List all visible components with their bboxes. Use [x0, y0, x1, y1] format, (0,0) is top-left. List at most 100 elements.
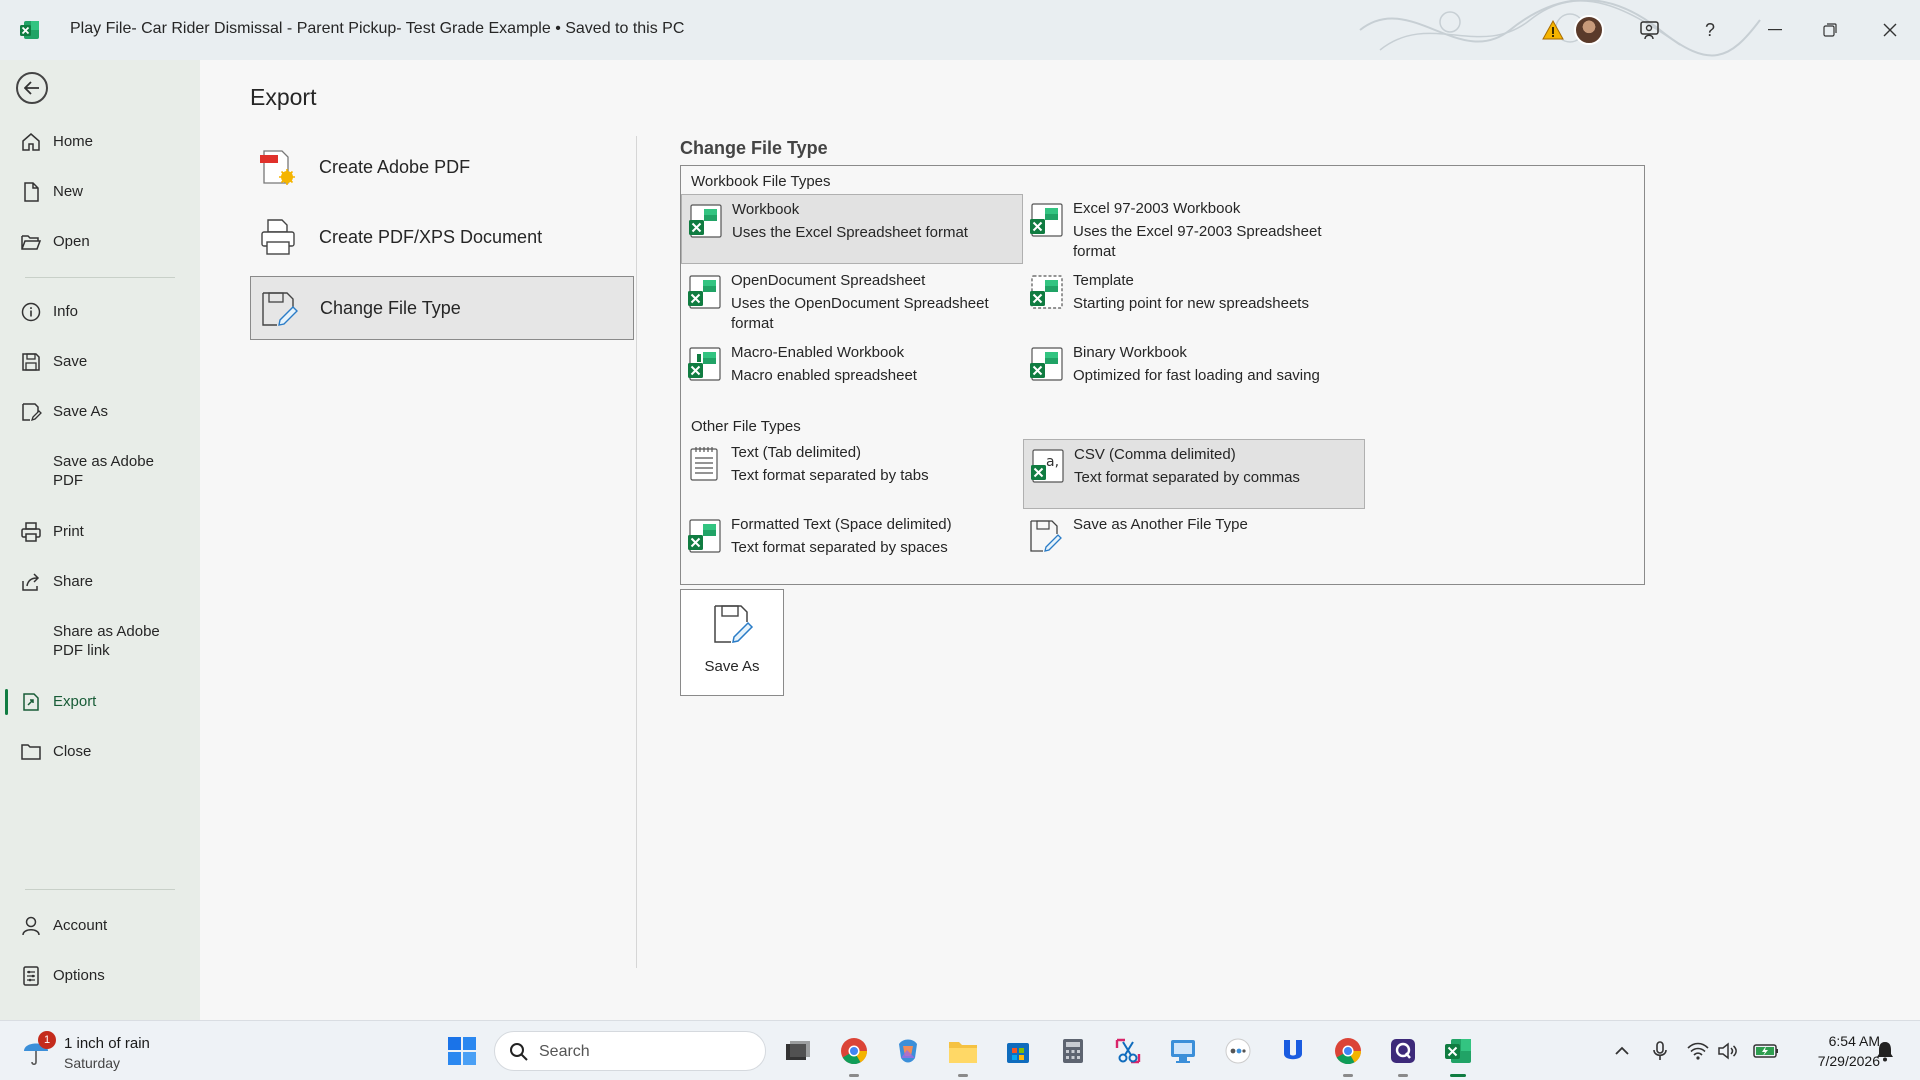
- minimize-button[interactable]: [1750, 12, 1800, 48]
- back-button[interactable]: [16, 72, 48, 104]
- section-title: Change File Type: [680, 138, 828, 158]
- save-as-button[interactable]: Save As: [680, 589, 784, 696]
- sidebar-item-share[interactable]: Share: [0, 561, 200, 601]
- excel-taskbar-icon[interactable]: [1440, 1033, 1476, 1077]
- sidebar-item-save[interactable]: Save: [0, 341, 200, 381]
- snipping-tool-icon[interactable]: [1110, 1033, 1146, 1069]
- share-icon: [22, 573, 40, 591]
- backstage-sidebar: Home New Open Info Save Save As Save as …: [0, 60, 200, 1020]
- file-type-binary[interactable]: Binary Workbook Optimized for fast loadi…: [1023, 338, 1365, 408]
- taskbar-search[interactable]: Search: [494, 1031, 766, 1071]
- sidebar-item-label: New: [53, 182, 84, 200]
- arrow-left-icon: [24, 81, 39, 95]
- notification-bell-icon[interactable]: [1872, 1039, 1898, 1063]
- file-type-text-tab[interactable]: Text (Tab delimited) Text format separat…: [681, 438, 1023, 508]
- adobe-pdf-icon: [260, 150, 295, 185]
- task-view-icon[interactable]: [780, 1033, 816, 1069]
- sidebar-item-open[interactable]: Open: [0, 221, 200, 261]
- file-type-macro-enabled[interactable]: Macro-Enabled Workbook Macro enabled spr…: [681, 338, 1023, 408]
- wifi-icon[interactable]: [1686, 1039, 1710, 1063]
- file-type-excel-97-2003[interactable]: Excel 97-2003 Workbook Uses the Excel 97…: [1023, 194, 1365, 264]
- help-icon[interactable]: ?: [1692, 12, 1728, 48]
- sidebar-item-account[interactable]: Account: [0, 905, 200, 945]
- sidebar-item-label: Export: [53, 692, 97, 710]
- create-adobe-pdf-option[interactable]: Create Adobe PDF: [250, 135, 634, 199]
- binary-workbook-icon: [1030, 347, 1063, 381]
- sidebar-item-label: Save as Adobe PDF: [53, 453, 154, 489]
- file-type-description: Starting point for new spreadsheets: [1073, 295, 1309, 312]
- file-type-template[interactable]: Template Starting point for new spreadsh…: [1023, 266, 1365, 336]
- file-type-name: Excel 97-2003 Workbook: [1073, 200, 1241, 217]
- file-type-workbook[interactable]: Workbook Uses the Excel Spreadsheet form…: [681, 194, 1023, 264]
- weather-widget[interactable]: 1 1 inch of rain Saturday: [22, 1029, 182, 1073]
- sidebar-item-home[interactable]: Home: [0, 121, 200, 161]
- sidebar-item-close[interactable]: Close: [0, 731, 200, 771]
- chrome-profile-icon[interactable]: [1330, 1033, 1366, 1077]
- sidebar-item-share-as-adobe-pdf-link[interactable]: Share as Adobe PDF link: [0, 616, 200, 666]
- chrome-icon[interactable]: [836, 1033, 872, 1077]
- file-type-another[interactable]: Save as Another File Type: [1023, 510, 1365, 580]
- chevron-up-icon[interactable]: [1610, 1039, 1634, 1063]
- option-label: Create PDF/XPS Document: [319, 226, 543, 247]
- file-type-description: Text format separated by commas: [1074, 469, 1300, 486]
- calculator-icon[interactable]: [1055, 1033, 1091, 1069]
- remote-desktop-icon[interactable]: [1165, 1033, 1201, 1069]
- file-type-name: Formatted Text (Space delimited): [731, 516, 952, 533]
- change-file-type-option[interactable]: Change File Type: [250, 276, 634, 340]
- user-avatar[interactable]: [1574, 15, 1604, 45]
- option-label: Change File Type: [320, 297, 461, 318]
- sidebar-item-label: Share as Adobe PDF link: [53, 623, 160, 659]
- copilot-icon[interactable]: [890, 1033, 926, 1069]
- warning-icon[interactable]: [1535, 12, 1571, 48]
- sidebar-item-options[interactable]: Options: [0, 955, 200, 995]
- sidebar-item-label: Info: [53, 302, 79, 320]
- coauthoring-icon[interactable]: [1632, 12, 1668, 48]
- u-app-icon[interactable]: [1275, 1033, 1311, 1069]
- clock-time: 6:54 AM: [1828, 1033, 1880, 1049]
- windows-start-icon[interactable]: [446, 1035, 478, 1067]
- microsoft-store-icon[interactable]: [1000, 1033, 1036, 1069]
- create-pdf-xps-option[interactable]: Create PDF/XPS Document: [250, 205, 634, 269]
- file-type-description: Macro enabled spreadsheet: [731, 367, 917, 384]
- sidebar-item-print[interactable]: Print: [0, 511, 200, 551]
- group-label: Other File Types: [691, 418, 801, 435]
- sidebar-item-label: Options: [53, 966, 105, 984]
- sidebar-item-save-as[interactable]: Save As: [0, 391, 200, 431]
- folder-open-icon: [21, 235, 42, 250]
- sidebar-item-save-as-adobe-pdf[interactable]: Save as Adobe PDF: [0, 446, 200, 496]
- file-type-description: Text format separated by tabs: [731, 467, 929, 484]
- q-app-icon[interactable]: [1385, 1033, 1421, 1077]
- macro-workbook-icon: [688, 347, 721, 381]
- taskbar-clock[interactable]: 6:54 AM 7/29/2026: [1790, 1031, 1880, 1071]
- sidebar-item-new[interactable]: New: [0, 171, 200, 211]
- file-type-description: Uses the Excel 97-2003 Spreadsheet forma…: [1073, 223, 1322, 260]
- save-as-label: Save As: [704, 658, 760, 675]
- sidebar-item-info[interactable]: Info: [0, 291, 200, 331]
- search-label: Search: [539, 1043, 590, 1060]
- volume-icon[interactable]: [1716, 1039, 1740, 1063]
- account-icon: [22, 916, 40, 936]
- app-dots-icon[interactable]: [1220, 1033, 1256, 1069]
- file-type-name: Workbook: [732, 201, 800, 218]
- save-icon: [22, 353, 40, 371]
- file-type-opendocument[interactable]: OpenDocument Spreadsheet Uses the OpenDo…: [681, 266, 1023, 336]
- close-folder-icon: [21, 744, 41, 760]
- svg-text:a,: a,: [1046, 454, 1059, 470]
- sidebar-item-label: Home: [53, 132, 94, 150]
- sidebar-item-export[interactable]: Export: [0, 681, 200, 721]
- sidebar-item-label: Save: [53, 352, 88, 370]
- template-icon: [1030, 275, 1063, 309]
- battery-charging-icon[interactable]: [1752, 1039, 1780, 1063]
- file-explorer-icon[interactable]: [945, 1033, 981, 1077]
- weather-text: 1 inch of rain: [64, 1035, 150, 1052]
- microphone-icon[interactable]: [1648, 1039, 1672, 1063]
- file-type-name: Template: [1073, 272, 1134, 289]
- restore-button[interactable]: [1805, 12, 1855, 48]
- new-document-icon: [24, 182, 39, 202]
- change-file-type-icon: [262, 292, 298, 326]
- sidebar-divider: [25, 277, 175, 278]
- file-type-csv[interactable]: a, CSV (Comma delimited) Text format sep…: [1023, 439, 1365, 509]
- file-type-formatted-text[interactable]: Formatted Text (Space delimited) Text fo…: [681, 510, 1023, 580]
- close-window-button[interactable]: [1865, 12, 1915, 48]
- pdf-xps-icon: [261, 219, 295, 255]
